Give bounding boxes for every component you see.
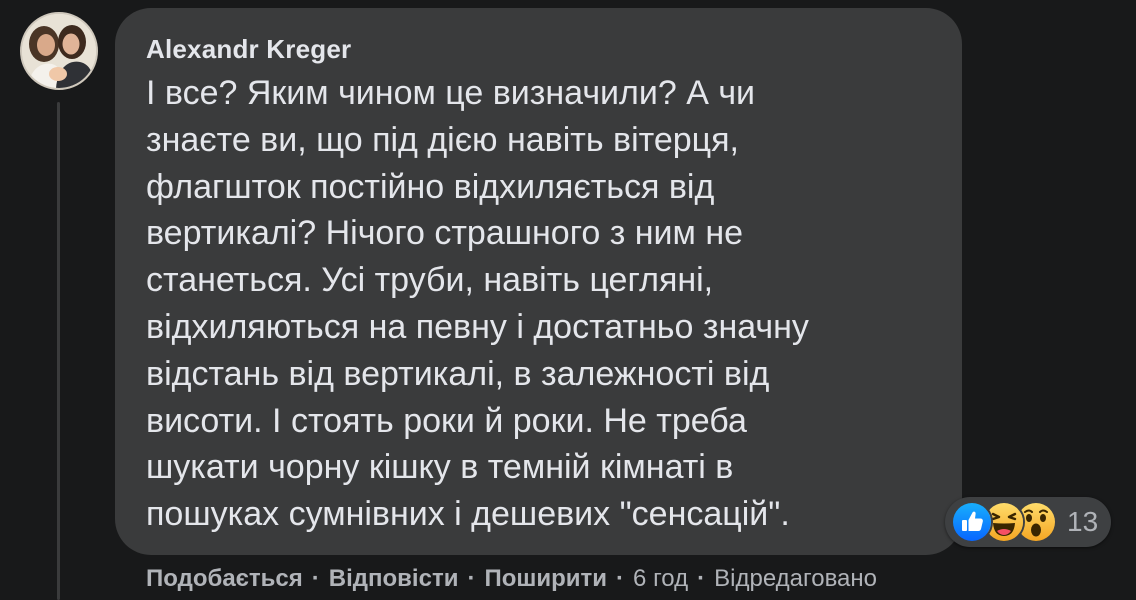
comment-text-line: відстань від вертикалі, в залежності від bbox=[146, 354, 770, 393]
timestamp[interactable]: 6 год bbox=[633, 565, 688, 593]
separator: · bbox=[311, 565, 320, 592]
comment-text: І все? Яким чином це визначили? А чи зна… bbox=[146, 70, 922, 538]
comment-actions: Подобається · Відповісти · Поширити · 6 … bbox=[146, 562, 877, 596]
comment-text-line: флагшток постійно відхиляється від bbox=[146, 167, 715, 206]
comment-bubble: Alexandr Kreger І все? Яким чином це виз… bbox=[115, 8, 962, 555]
comment-text-line: вертикалі? Нічого страшного з ним не bbox=[146, 214, 744, 253]
comment-text-line: висоти. І стоять роки й роки. Не треба bbox=[146, 401, 747, 440]
comment-text-line: шукати чорну кішку в темній кімнаті в bbox=[146, 448, 734, 487]
share-button[interactable]: Поширити bbox=[484, 565, 607, 593]
separator: · bbox=[467, 565, 476, 592]
comment-text-line: станеться. Усі труби, навіть цегляні, bbox=[146, 261, 714, 300]
edited-label[interactable]: Відредаговано bbox=[714, 565, 877, 593]
like-button[interactable]: Подобається bbox=[146, 565, 303, 593]
comment-text-line: відхиляються на певну і достатньо значну bbox=[146, 307, 809, 346]
comment-text-line: І все? Яким чином це визначили? А чи bbox=[146, 74, 756, 112]
reaction-count[interactable]: 13 bbox=[1067, 506, 1098, 538]
separator: · bbox=[616, 565, 625, 592]
like-icon bbox=[951, 501, 993, 543]
thread-line bbox=[57, 102, 60, 600]
reactions-summary[interactable]: 13 bbox=[945, 497, 1111, 547]
comment-author[interactable]: Alexandr Kreger bbox=[146, 32, 922, 66]
comment-text-line: пошуках сумнівних і дешевих "сенсацій". bbox=[146, 495, 790, 534]
avatar[interactable] bbox=[20, 12, 98, 90]
avatar-photo bbox=[22, 14, 96, 88]
separator: · bbox=[697, 565, 706, 592]
reply-button[interactable]: Відповісти bbox=[329, 565, 459, 593]
comment-text-line: знаєте ви, що під дією навіть вітерця, bbox=[146, 120, 739, 159]
